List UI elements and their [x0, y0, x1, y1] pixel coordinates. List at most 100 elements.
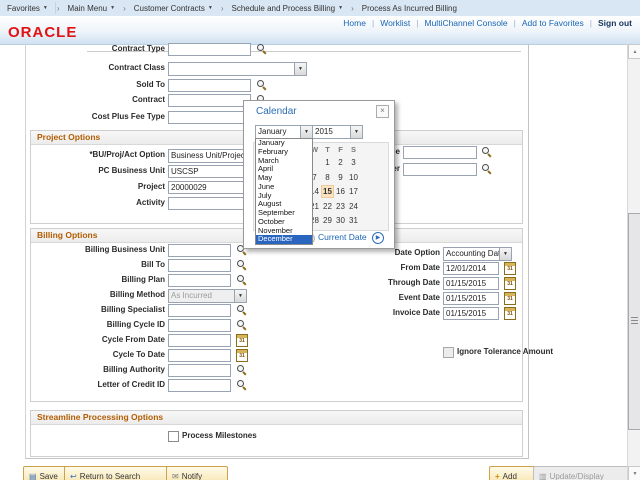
input-project-type[interactable]: [403, 146, 477, 159]
calendar-prompt-icon[interactable]: [504, 262, 516, 275]
add-button[interactable]: + Add: [489, 466, 539, 480]
calendar-day-2[interactable]: 2: [334, 156, 347, 169]
input-pc-business-unit[interactable]: USCSP: [168, 165, 251, 178]
select-date-option[interactable]: Accounting Date▼: [443, 247, 512, 261]
chevron-down-icon[interactable]: ▼: [499, 248, 511, 260]
calendar-day-29[interactable]: 29: [321, 214, 334, 227]
input-through-date[interactable]: 01/15/2015: [443, 277, 499, 290]
chevron-down-icon[interactable]: ▼: [350, 126, 362, 138]
calendar-prompt-icon[interactable]: [504, 307, 516, 320]
vertical-scrollbar[interactable]: ▲ ▼: [627, 44, 640, 480]
magnifier-icon[interactable]: [236, 319, 247, 330]
header-link-worklist[interactable]: Worklist: [380, 18, 410, 28]
input-cost-plus-fee-type[interactable]: [168, 111, 251, 124]
notify-button[interactable]: ✉ Notify: [166, 466, 228, 480]
input-letter-of-credit-id[interactable]: [168, 379, 231, 392]
scroll-down-icon[interactable]: ▼: [628, 466, 640, 480]
input-billing-specialist[interactable]: [168, 304, 231, 317]
chevron-down-icon[interactable]: ▼: [208, 5, 213, 11]
header-link-add-to-favorites[interactable]: Add to Favorites: [522, 18, 584, 28]
month-option-february[interactable]: February: [256, 148, 312, 157]
input-sold-to[interactable]: [168, 79, 251, 92]
breadcrumb-item-schedule-and-process-billing[interactable]: Schedule and Process Billing▼: [225, 0, 351, 16]
scroll-up-icon[interactable]: ▲: [628, 44, 640, 59]
input-bill-to[interactable]: [168, 259, 231, 272]
magnifier-icon[interactable]: [481, 146, 492, 157]
calendar-day-10[interactable]: 10: [347, 171, 360, 184]
input-invoice-date[interactable]: 01/15/2015: [443, 307, 499, 320]
magnifier-icon[interactable]: [236, 274, 247, 285]
scrollbar-thumb[interactable]: [628, 213, 640, 430]
month-option-december[interactable]: December: [256, 235, 312, 244]
header-link-multichannel-console[interactable]: MultiChannel Console: [425, 18, 508, 28]
breadcrumb-item-favorites[interactable]: Favorites▼: [0, 0, 55, 16]
calendar-prompt-icon[interactable]: [236, 334, 248, 347]
magnifier-icon[interactable]: [256, 79, 267, 90]
input-billing-business-unit[interactable]: [168, 244, 231, 257]
month-option-april[interactable]: April: [256, 165, 312, 174]
chevron-down-icon[interactable]: ▼: [294, 63, 306, 75]
input-contract[interactable]: [168, 94, 251, 107]
current-date-go-icon[interactable]: ▶: [372, 232, 384, 244]
breadcrumb-item-main-menu[interactable]: Main Menu▼: [61, 0, 123, 16]
magnifier-icon[interactable]: [236, 304, 247, 315]
month-option-may[interactable]: May: [256, 174, 312, 183]
input-contract-type[interactable]: [168, 43, 251, 56]
calendar-day-17[interactable]: 17: [347, 185, 360, 198]
month-option-march[interactable]: March: [256, 157, 312, 166]
header-link-home[interactable]: Home: [343, 18, 366, 28]
calendar-day-3[interactable]: 3: [347, 156, 360, 169]
input-cycle-to-date[interactable]: [168, 349, 231, 362]
magnifier-icon[interactable]: [256, 43, 267, 54]
calendar-day-8[interactable]: 8: [321, 171, 334, 184]
input-cycle-from-date[interactable]: [168, 334, 231, 347]
magnifier-icon[interactable]: [481, 163, 492, 174]
month-option-january[interactable]: January: [256, 139, 312, 148]
process-milestones-checkbox[interactable]: [168, 431, 179, 442]
chevron-down-icon[interactable]: ▼: [110, 5, 115, 11]
month-option-september[interactable]: September: [256, 209, 312, 218]
calendar-day-1[interactable]: 1: [321, 156, 334, 169]
calendar-day-9[interactable]: 9: [334, 171, 347, 184]
calendar-day-23[interactable]: 23: [334, 200, 347, 213]
month-option-august[interactable]: August: [256, 200, 312, 209]
month-select[interactable]: January▼: [255, 125, 313, 139]
input-project-manager[interactable]: [403, 163, 477, 176]
chevron-down-icon[interactable]: ▼: [43, 5, 48, 11]
calendar-day-22[interactable]: 22: [321, 200, 334, 213]
input-event-date[interactable]: 01/15/2015: [443, 292, 499, 305]
chevron-down-icon[interactable]: ▼: [338, 5, 343, 11]
month-option-october[interactable]: October: [256, 218, 312, 227]
calendar-prompt-icon[interactable]: [504, 292, 516, 305]
calendar-day-24[interactable]: 24: [347, 200, 360, 213]
return-to-search-button[interactable]: ↩ Return to Search: [64, 466, 172, 480]
close-icon[interactable]: ×: [376, 105, 389, 118]
chevron-down-icon[interactable]: ▼: [300, 126, 312, 138]
month-option-june[interactable]: June: [256, 183, 312, 192]
calendar-prompt-icon[interactable]: [504, 277, 516, 290]
breadcrumb-item-process-as-incurred-billing[interactable]: Process As Incurred Billing: [355, 0, 464, 16]
day-header-6: S: [347, 145, 360, 154]
calendar-day-31[interactable]: 31: [347, 214, 360, 227]
magnifier-icon[interactable]: [236, 379, 247, 390]
breadcrumb-item-customer-contracts[interactable]: Customer Contracts▼: [127, 0, 220, 16]
calendar-day-selected-15[interactable]: 15: [321, 185, 334, 198]
input-from-date[interactable]: 12/01/2014: [443, 262, 499, 275]
year-select[interactable]: 2015▼: [312, 125, 363, 139]
select-contract-class[interactable]: ▼: [168, 62, 307, 76]
magnifier-icon[interactable]: [236, 364, 247, 375]
input-billing-plan[interactable]: [168, 274, 231, 287]
input-billing-cycle-id[interactable]: [168, 319, 231, 332]
month-option-november[interactable]: November: [256, 227, 312, 236]
calendar-prompt-icon[interactable]: [236, 349, 248, 362]
calendar-day-16[interactable]: 16: [334, 185, 347, 198]
input-billing-authority[interactable]: [168, 364, 231, 377]
month-option-july[interactable]: July: [256, 192, 312, 201]
calendar-day-30[interactable]: 30: [334, 214, 347, 227]
input-activity[interactable]: [168, 197, 251, 210]
current-date-link[interactable]: Current Date: [318, 232, 367, 242]
header-link-sign-out[interactable]: Sign out: [598, 18, 632, 28]
magnifier-icon[interactable]: [236, 259, 247, 270]
select-value-date-option: Accounting Date: [446, 249, 505, 258]
input-project[interactable]: 20000029: [168, 181, 251, 194]
